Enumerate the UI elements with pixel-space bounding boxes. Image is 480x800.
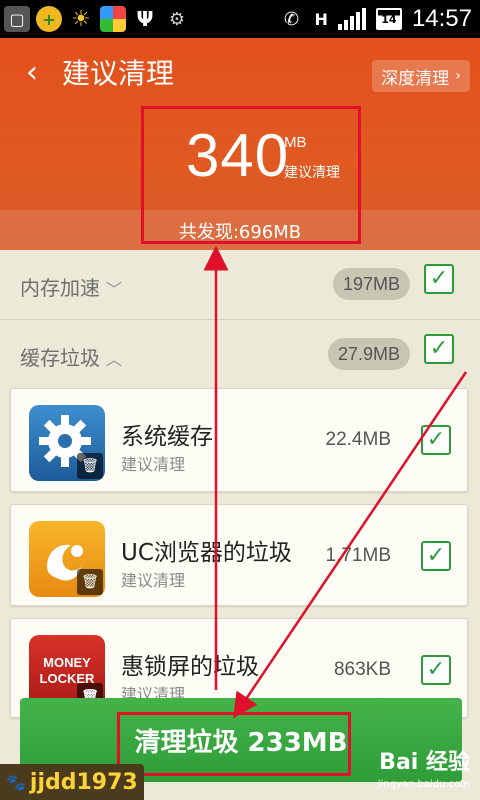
section-cache-text: 缓存垃圾 (20, 346, 100, 370)
back-button[interactable]: ‹ (26, 58, 38, 88)
system-icons: ✆ H 14 14:57 (279, 4, 472, 34)
baidu-watermark: Bai 经验 jingyan.baidu.com (378, 752, 470, 796)
weather-icon: ☀ (71, 6, 91, 32)
baidu-logo-text: Bai 经验 (379, 750, 470, 775)
section-cache-label[interactable]: 缓存垃圾 ︿ (20, 342, 122, 371)
annotation-box (141, 106, 361, 244)
section-cache[interactable]: 缓存垃圾 ︿ 27.9MB ✓ (0, 320, 480, 390)
user-watermark: 🐾 jjdd1973 (0, 764, 144, 800)
battery-level: 14 (381, 12, 397, 26)
section-cache-size: 27.9MB (327, 338, 410, 370)
usb-icon: Ψ (136, 7, 154, 31)
section-memory[interactable]: 内存加速 ﹀ 197MB ✓ (0, 250, 480, 320)
chevron-down-icon: ﹀ (106, 280, 123, 299)
section-memory-label[interactable]: 内存加速 ﹀ (20, 272, 122, 301)
settings-gear-icon: 🗑 (29, 405, 105, 481)
item-subtitle: 建议清理 (121, 571, 186, 590)
trash-icon: 🗑 (77, 569, 103, 595)
notification-icons: ▢ + ☀ Ψ ⚙ (4, 4, 190, 34)
trash-icon: 🗑 (77, 453, 103, 479)
list-item[interactable]: 🗑 系统缓存 建议清理 22.4MB ✓ (10, 388, 468, 492)
network-type: H (314, 9, 328, 29)
page-title: 建议清理 (62, 57, 175, 90)
status-bar: ▢ + ☀ Ψ ⚙ ✆ H 14 14:57 (0, 0, 480, 38)
appstore-icon (100, 6, 126, 32)
section-memory-size: 197MB (332, 268, 410, 300)
item-title: 系统缓存 (121, 424, 213, 450)
android-debug-icon: ⚙ (168, 8, 186, 30)
chevron-up-icon: ︿ (106, 350, 123, 369)
baidu-url: jingyan.baidu.com (377, 779, 470, 790)
uc-browser-icon: 🗑 (29, 521, 105, 597)
section-cache-checkbox[interactable]: ✓ (424, 334, 454, 364)
deep-clean-button[interactable]: 深度清理 › (372, 60, 470, 92)
list-item[interactable]: 🗑 UC浏览器的垃圾 建议清理 1.71MB ✓ (10, 504, 468, 606)
user-watermark-text: jjdd1973 (29, 769, 138, 795)
signal-icon (337, 8, 366, 30)
item-size: 863KB (333, 659, 391, 680)
plus-app-icon: + (36, 6, 62, 32)
phone-call-icon: ✆ (284, 8, 300, 30)
clock: 14:57 (411, 5, 472, 32)
item-subtitle: 建议清理 (121, 455, 186, 474)
annotation-box (117, 712, 351, 776)
battery-icon: 14 (375, 8, 402, 30)
item-size: 1.71MB (325, 545, 391, 566)
item-title: 惠锁屏的垃圾 (121, 654, 259, 680)
item-checkbox[interactable]: ✓ (421, 541, 451, 571)
paw-icon: 🐾 (6, 772, 26, 792)
section-memory-text: 内存加速 (20, 276, 100, 300)
item-title: UC浏览器的垃圾 (121, 540, 292, 566)
item-size: 22.4MB (325, 429, 391, 450)
sim-icon: ▢ (4, 6, 30, 32)
section-memory-checkbox[interactable]: ✓ (424, 264, 454, 294)
item-checkbox[interactable]: ✓ (421, 655, 451, 685)
item-checkbox[interactable]: ✓ (421, 425, 451, 455)
deep-clean-label: 深度清理 (381, 68, 450, 89)
chevron-right-icon: › (455, 68, 461, 84)
